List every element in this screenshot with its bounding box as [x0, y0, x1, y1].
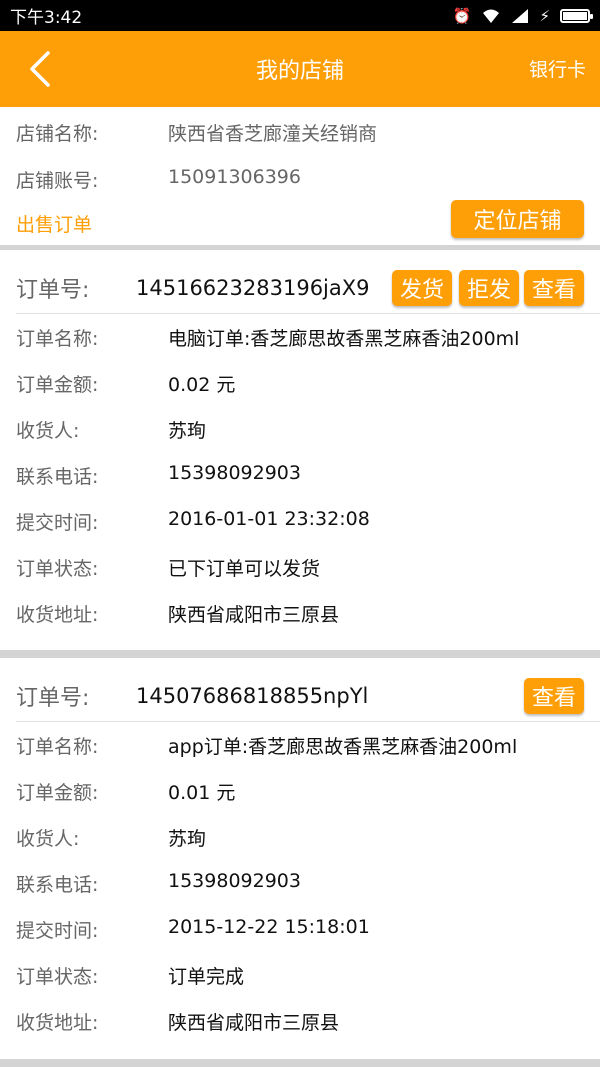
order-status-label: 订单状态: [16, 558, 99, 580]
phone-label: 联系电话: [16, 874, 99, 896]
order-amount-value: 0.01 元 [168, 782, 236, 804]
view-button[interactable]: 查看 [524, 270, 584, 306]
status-time: 下午3:42 [10, 8, 83, 28]
ship-button[interactable]: 发货 [392, 270, 452, 306]
shop-info: 店铺名称: 陕西省香芝廊潼关经销商 店铺账号: 15091306396 出售订单… [0, 107, 600, 245]
order-no-label: 订单号: [16, 685, 90, 711]
divider [0, 1059, 600, 1067]
view-button[interactable]: 查看 [524, 678, 584, 714]
bank-card-link[interactable]: 银行卡 [529, 55, 586, 82]
alarm-icon: ⏰ [452, 6, 472, 25]
back-arrow-icon[interactable] [22, 49, 62, 89]
receiver-row: 收货人: 苏珣 [16, 416, 206, 443]
shop-name-label: 店铺名称: [16, 123, 99, 145]
phone-row: 联系电话: 15398092903 [16, 462, 301, 489]
receiver-value: 苏珣 [168, 828, 207, 850]
divider [0, 650, 600, 658]
address-label: 收货地址: [16, 1012, 99, 1034]
locate-shop-button[interactable]: 定位店铺 [451, 200, 584, 238]
order-amount-value: 0.02 元 [168, 374, 236, 396]
shop-name-row: 店铺名称: 陕西省香芝廊潼关经销商 [16, 119, 377, 146]
phone-row: 联系电话: 15398092903 [16, 870, 301, 897]
receiver-row: 收货人: 苏珣 [16, 824, 206, 851]
shop-name-value: 陕西省香芝廊潼关经销商 [168, 123, 378, 145]
status-bar: 下午3:42 ⏰ ⚡ [0, 0, 600, 31]
order-amount-label: 订单金额: [16, 374, 99, 396]
order-amount-row: 订单金额: 0.02 元 [16, 370, 235, 397]
wifi-icon [483, 9, 500, 23]
order-status-label: 订单状态: [16, 966, 99, 988]
order-no-value: 14516623283196jaX9 [136, 275, 370, 300]
battery-icon [560, 8, 593, 23]
order-no-value: 14507686818855npYl [136, 683, 369, 708]
sale-orders-tab[interactable]: 出售订单 [16, 210, 92, 237]
shop-account-row: 店铺账号: 15091306396 [16, 166, 301, 193]
phone-value: 15398092903 [168, 870, 301, 892]
order-amount-row: 订单金额: 0.01 元 [16, 778, 235, 805]
submit-time-row: 提交时间: 2015-12-22 15:18:01 [16, 916, 370, 943]
address-value: 陕西省咸阳市三原县 [168, 604, 340, 626]
receiver-label: 收货人: [16, 420, 80, 442]
nav-bar: 我的店铺 银行卡 [0, 31, 600, 107]
order-name-label: 订单名称: [16, 736, 99, 758]
submit-time-label: 提交时间: [16, 512, 99, 534]
address-value: 陕西省咸阳市三原县 [168, 1012, 340, 1034]
phone-label: 联系电话: [16, 466, 99, 488]
reject-button[interactable]: 拒发 [459, 270, 519, 306]
phone-value: 15398092903 [168, 462, 301, 484]
address-row: 收货地址: 陕西省咸阳市三原县 [16, 600, 339, 627]
divider [0, 245, 600, 250]
order-status-value: 已下订单可以发货 [168, 558, 321, 580]
signal-icon [512, 8, 529, 23]
order-status-row: 订单状态: 订单完成 [16, 962, 244, 989]
receiver-value: 苏珣 [168, 420, 207, 442]
order-amount-label: 订单金额: [16, 782, 99, 804]
order-status-row: 订单状态: 已下订单可以发货 [16, 554, 320, 581]
submit-time-label: 提交时间: [16, 920, 99, 942]
submit-time-value: 2016-01-01 23:32:08 [168, 508, 370, 530]
charging-icon: ⚡ [539, 6, 550, 25]
order-header: 订单号: 14507686818855npYl [16, 670, 600, 722]
order-card: 订单号: 14516623283196jaX9 发货 拒发 查看 订单名称: 电… [0, 262, 600, 642]
order-name-row: 订单名称: app订单:香芝廊思故香黑芝麻香油200ml [16, 732, 517, 759]
shop-account-value: 15091306396 [168, 166, 301, 188]
order-card: 订单号: 14507686818855npYl 查看 订单名称: app订单:香… [0, 670, 600, 1055]
submit-time-value: 2015-12-22 15:18:01 [168, 916, 370, 938]
page-title: 我的店铺 [255, 59, 344, 84]
order-name-value: app订单:香芝廊思故香黑芝麻香油200ml [168, 736, 518, 758]
order-name-row: 订单名称: 电脑订单:香芝廊思故香黑芝麻香油200ml [16, 324, 519, 351]
order-name-value: 电脑订单:香芝廊思故香黑芝麻香油200ml [168, 328, 520, 350]
order-name-label: 订单名称: [16, 328, 99, 350]
order-status-value: 订单完成 [168, 966, 245, 988]
shop-account-label: 店铺账号: [16, 170, 99, 192]
receiver-label: 收货人: [16, 828, 80, 850]
submit-time-row: 提交时间: 2016-01-01 23:32:08 [16, 508, 370, 535]
address-row: 收货地址: 陕西省咸阳市三原县 [16, 1008, 339, 1035]
address-label: 收货地址: [16, 604, 99, 626]
order-no-label: 订单号: [16, 277, 90, 303]
